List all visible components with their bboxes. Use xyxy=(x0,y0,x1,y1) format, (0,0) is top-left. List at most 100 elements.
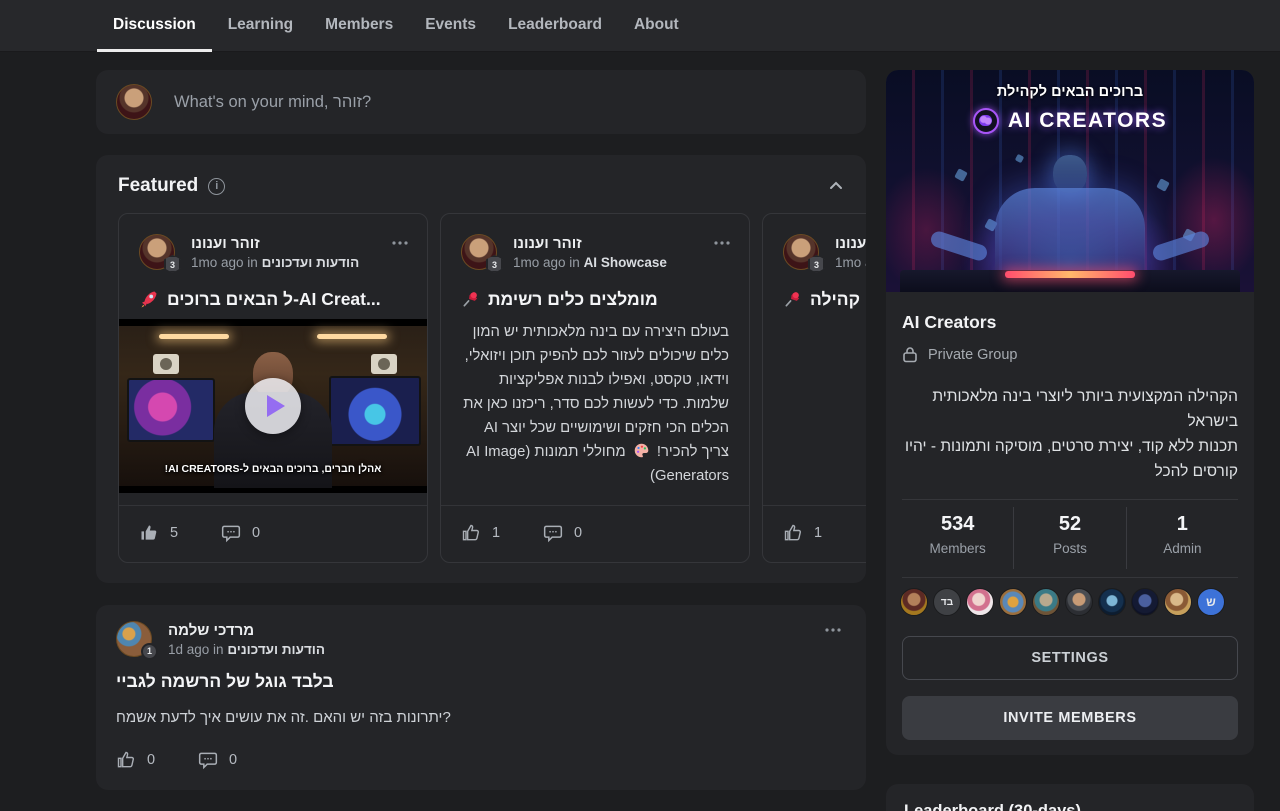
play-button-icon[interactable] xyxy=(245,378,301,434)
featured-section: Featured i 3 זוהר וענונו 1mo ago in הודע… xyxy=(96,155,866,583)
post-title[interactable]: קהילה xyxy=(783,286,866,312)
like-count: 1 xyxy=(492,525,500,541)
comment-button[interactable]: 0 xyxy=(543,523,582,543)
stat-value: 52 xyxy=(1014,513,1125,536)
group-description-line: הקהילה המקצועית ביותר ליוצרי בינה מלאכות… xyxy=(902,384,1238,434)
member-avatar[interactable]: בד xyxy=(933,588,961,616)
post-body: בעולם היצירה עם בינה מלאכותית יש המון כל… xyxy=(461,320,729,510)
member-avatar[interactable] xyxy=(1032,588,1060,616)
post-author[interactable]: זוהר וענונו xyxy=(191,235,260,252)
post-title[interactable]: רשימת‎ כלים‎ מומלצים xyxy=(461,286,733,312)
post-time: 1mo ago in xyxy=(835,255,866,270)
level-badge: 1 xyxy=(141,643,158,660)
comment-count: 0 xyxy=(252,525,260,541)
like-button[interactable]: 1 xyxy=(461,523,500,543)
post-body: אשמח‎ לדעת‎ איך‎ עושים‎ את‎ זה.‎ והאם‎ י… xyxy=(116,709,451,726)
post-meta: 1d ago in הודעות ועדכונים xyxy=(168,642,325,657)
post-meta: 1mo ago in הודעות ועדכונים xyxy=(191,255,359,270)
ellipsis-menu-icon[interactable] xyxy=(824,623,842,637)
feed-post[interactable]: 1 מרדכי שלמה 1d ago in הודעות ועדכונים ל… xyxy=(96,605,866,790)
post-title[interactable]: ברוכים‎ הבאים‎ ל-AI Creat... xyxy=(139,286,411,312)
like-count: 1 xyxy=(814,525,822,541)
post-author[interactable]: זוהר וענונו xyxy=(835,235,866,252)
post-body-text: בעולם היצירה עם בינה מלאכותית יש המון כל… xyxy=(463,324,729,460)
tab-learning[interactable]: Learning xyxy=(212,0,309,52)
level-badge: 3 xyxy=(808,255,825,273)
like-button[interactable]: 5 xyxy=(139,523,178,543)
invite-members-button[interactable]: INVITE MEMBERS xyxy=(902,696,1238,740)
leaderboard-title: Leaderboard (30-days) xyxy=(886,784,1254,811)
comment-count: 0 xyxy=(229,752,237,768)
member-avatar[interactable] xyxy=(1098,588,1126,616)
tab-about[interactable]: About xyxy=(618,0,695,52)
divider xyxy=(902,499,1238,500)
info-icon[interactable]: i xyxy=(208,178,225,195)
stat-members[interactable]: 534 Members xyxy=(902,507,1013,569)
settings-button[interactable]: SETTINGS xyxy=(902,636,1238,680)
post-space[interactable]: הודעות ועדכונים xyxy=(262,255,360,270)
member-avatar[interactable] xyxy=(1164,588,1192,616)
stat-value: 534 xyxy=(902,513,1013,536)
post-footer: 1 xyxy=(763,505,866,562)
post-footer: 1 0 xyxy=(441,505,749,562)
post-author[interactable]: מרדכי שלמה xyxy=(168,622,254,639)
post-meta: 1mo ago in AI Showcase xyxy=(513,255,667,270)
tab-members[interactable]: Members xyxy=(309,0,409,52)
member-avatar[interactable] xyxy=(1131,588,1159,616)
studio-light xyxy=(159,334,229,339)
post-title-text: קהילה xyxy=(810,289,860,310)
ellipsis-menu-icon[interactable] xyxy=(713,236,731,250)
top-navigation: Discussion Learning Members Events Leade… xyxy=(0,0,1280,52)
group-description: הקהילה המקצועית ביותר ליוצרי בינה מלאכות… xyxy=(902,384,1238,484)
like-button[interactable]: 0 xyxy=(116,750,155,770)
nav-tabs: Discussion Learning Members Events Leade… xyxy=(97,0,1280,52)
group-description-line: תכנות ללא קוד, יצירת סרטים, מוסיקה ותמונ… xyxy=(902,434,1238,484)
post-composer[interactable]: What's on your mind, זוהר? xyxy=(96,70,866,134)
post-space[interactable]: הודעות ועדכונים xyxy=(227,642,325,657)
video-caption: אהלן חברים, ברוכים הבאים ל-AI CREATORS! xyxy=(119,463,427,475)
group-banner-image: ברוכים הבאים לקהילת AI CREATORS xyxy=(886,70,1254,292)
banner-brand-text: AI CREATORS xyxy=(1008,109,1167,133)
post-author[interactable]: זוהר וענונו xyxy=(513,235,582,252)
banner-figure xyxy=(995,188,1145,278)
banner-welcome-text: ברוכים הבאים לקהילת xyxy=(886,84,1254,100)
post-space[interactable]: AI Showcase xyxy=(584,255,667,270)
avatar: 3 xyxy=(139,234,175,270)
composer-prompt[interactable]: What's on your mind, זוהר? xyxy=(174,93,371,112)
avatar: 3 xyxy=(783,234,819,270)
member-avatar[interactable] xyxy=(966,588,994,616)
palette-emoji-icon xyxy=(633,442,650,459)
member-avatar[interactable]: ש xyxy=(1197,588,1225,616)
post-title[interactable]: לגביי‎ הרשמה‎ של‎ גוגל‎ בלבד xyxy=(116,671,334,692)
stat-posts[interactable]: 52 Posts xyxy=(1013,507,1125,569)
member-avatar[interactable] xyxy=(900,588,928,616)
member-avatar[interactable] xyxy=(1065,588,1093,616)
featured-title: Featured xyxy=(118,175,198,197)
member-avatar[interactable] xyxy=(999,588,1027,616)
stat-admin[interactable]: 1 Admin xyxy=(1126,507,1238,569)
chevron-up-icon[interactable] xyxy=(828,178,844,194)
comment-button[interactable]: 0 xyxy=(198,750,237,770)
post-time: 1d ago in xyxy=(168,642,224,657)
featured-card-row: 3 זוהר וענונו 1mo ago in הודעות ועדכונים xyxy=(118,213,866,563)
like-count: 0 xyxy=(147,752,155,768)
featured-post-tools[interactable]: 3 זוהר וענונו 1mo ago in AI Showcase רשי… xyxy=(440,213,750,563)
comment-button[interactable]: 0 xyxy=(221,523,260,543)
post-footer: 0 0 xyxy=(96,738,866,790)
like-button[interactable]: 1 xyxy=(783,523,822,543)
tab-leaderboard[interactable]: Leaderboard xyxy=(492,0,618,52)
tab-events[interactable]: Events xyxy=(409,0,492,52)
stat-label: Members xyxy=(902,541,1013,556)
post-body: למעלה ? היכנס ל עמוד התכנים שיש לקבל תשו… xyxy=(763,320,866,510)
post-time: 1mo ago in xyxy=(513,255,580,270)
post-meta: 1mo ago in xyxy=(835,255,866,270)
group-sidebar-card: ברוכים הבאים לקהילת AI CREATORS AI Creat… xyxy=(886,70,1254,755)
featured-post-welcome[interactable]: 3 זוהר וענונו 1mo ago in הודעות ועדכונים xyxy=(118,213,428,563)
level-badge: 3 xyxy=(164,255,181,273)
avatar: 1 xyxy=(116,621,152,657)
tab-discussion[interactable]: Discussion xyxy=(97,0,212,52)
featured-post-community[interactable]: 3 זוהר וענונו 1mo ago in קהילה xyxy=(762,213,866,563)
ellipsis-menu-icon[interactable] xyxy=(391,236,409,250)
current-user-avatar xyxy=(116,84,152,120)
video-thumbnail[interactable]: אהלן חברים, ברוכים הבאים ל-AI CREATORS! xyxy=(119,319,427,493)
